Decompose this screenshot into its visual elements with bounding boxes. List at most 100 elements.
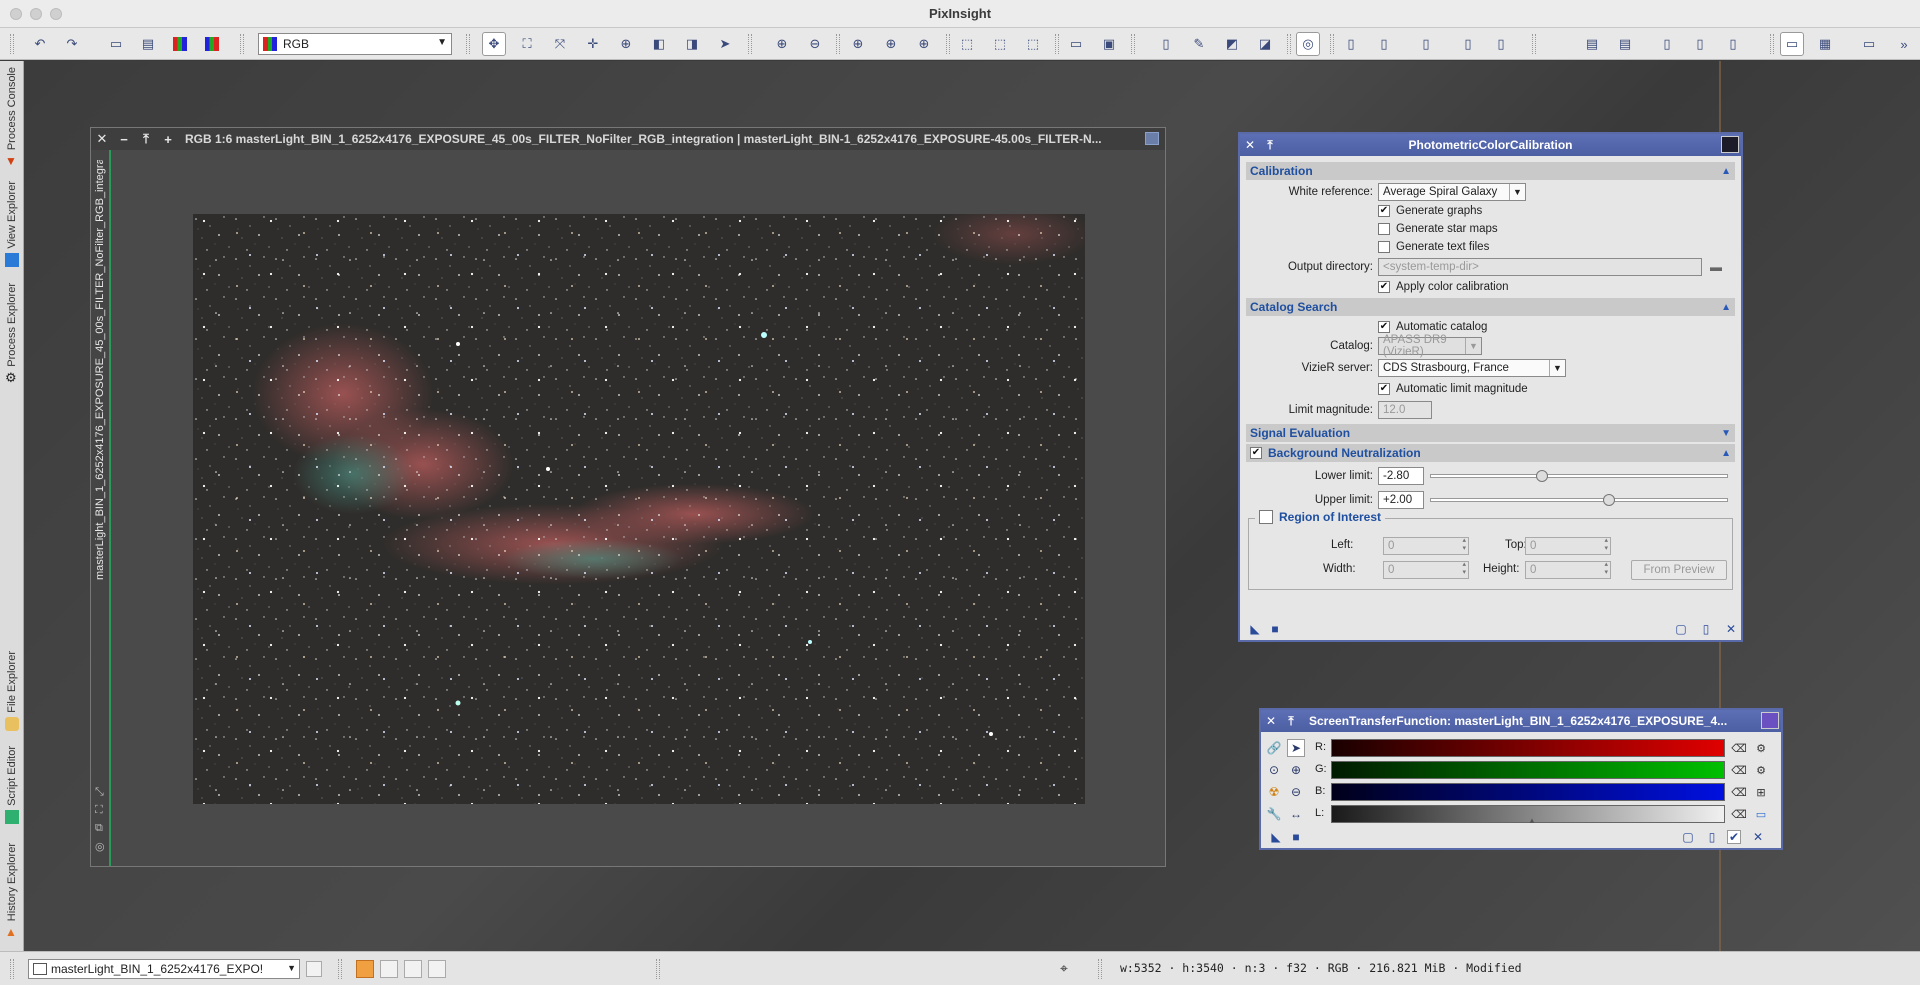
pointer-icon[interactable]: ➤: [713, 32, 737, 56]
tab-file-explorer[interactable]: File Explorer: [2, 651, 22, 731]
center-icon[interactable]: ⊕: [614, 32, 638, 56]
format-load-icon[interactable]: ▯: [1372, 32, 1396, 56]
settings-icon[interactable]: ⚙: [1753, 740, 1769, 756]
layout-save-icon[interactable]: ▤: [1613, 32, 1637, 56]
image-window-header[interactable]: ✕ − ⤒ + RGB 1:6 masterLight_BIN_1_6252x4…: [91, 128, 1165, 150]
doc-save-icon[interactable]: ▯: [1688, 32, 1712, 56]
view-options-icon[interactable]: [306, 961, 322, 977]
slider-knob[interactable]: [1603, 494, 1615, 506]
pcc-header[interactable]: ✕ ⤒ PhotometricColorCalibration: [1240, 134, 1741, 156]
layout-icon[interactable]: ▤: [1580, 32, 1604, 56]
zoom-1-1-icon[interactable]: ⊕: [879, 32, 903, 56]
close-window-button[interactable]: [10, 8, 22, 20]
lower-limit-field[interactable]: -2.80: [1378, 467, 1424, 485]
tab-history-explorer[interactable]: History Explorer ▲: [2, 843, 22, 939]
view-id-tab[interactable]: masterLight_BIN_1_6252x4176_EXPOSURE_45_…: [94, 160, 106, 580]
extract-channels-icon[interactable]: [200, 32, 224, 56]
catalog-select[interactable]: APASS DR9 (VizieR) ▼: [1378, 334, 1482, 358]
more-toolbar-icon[interactable]: »: [1892, 32, 1916, 56]
mask-icon[interactable]: ▯: [1154, 32, 1178, 56]
expand-icon[interactable]: +: [157, 132, 179, 147]
zoom-in-icon[interactable]: ⊕: [770, 32, 794, 56]
luminance-channel-bar[interactable]: ▲: [1331, 805, 1725, 825]
region-of-interest-checkbox[interactable]: [1259, 510, 1273, 524]
horizontal-arrows-icon[interactable]: ↔: [1287, 805, 1305, 823]
present-icon[interactable]: ▭: [1857, 32, 1881, 56]
folder-icon[interactable]: ▬: [1710, 260, 1722, 274]
documentation-icon[interactable]: ▯: [1699, 622, 1713, 636]
pointer-icon[interactable]: ➤: [1287, 739, 1305, 757]
image-canvas[interactable]: [193, 214, 1085, 804]
view-select[interactable]: masterLight_BIN_1_6252x4176_EXPO! ▼: [28, 959, 300, 979]
collapse-icon[interactable]: ▲: [1721, 448, 1731, 459]
apply-color-calibration-checkbox[interactable]: ✔: [1378, 281, 1390, 293]
zoom-in-icon[interactable]: ⊕: [1287, 761, 1305, 779]
preview-link-icon[interactable]: ⬚: [1021, 32, 1045, 56]
swatch-4[interactable]: [428, 960, 446, 978]
fit-icon[interactable]: ⛶: [95, 804, 107, 816]
reset-channel-icon[interactable]: ⌫: [1731, 806, 1747, 822]
swatch-3[interactable]: [404, 960, 422, 978]
apply-global-icon[interactable]: ■: [1289, 830, 1303, 844]
shade-icon[interactable]: ⤒: [135, 131, 157, 147]
stf-panel[interactable]: ✕ ⤒ ScreenTransferFunction: masterLight_…: [1259, 708, 1783, 850]
clone-icon[interactable]: ⧉: [95, 822, 107, 834]
format-paste-icon[interactable]: ▯: [1489, 32, 1513, 56]
tab-view-explorer[interactable]: View Explorer: [2, 181, 22, 267]
link-channels-icon[interactable]: 🔗: [1265, 739, 1283, 757]
tab-script-editor[interactable]: Script Editor: [2, 746, 22, 824]
section-background-neutralization[interactable]: ✔ Background Neutralization ▲: [1246, 444, 1735, 462]
auto-stretch-icon[interactable]: ☢: [1265, 783, 1283, 801]
zoom-extents-icon[interactable]: ⤧: [548, 32, 572, 56]
mask-color-swatch[interactable]: [356, 960, 374, 978]
rgb-channels-icon[interactable]: [168, 32, 192, 56]
vizier-server-select[interactable]: CDS Strasbourg, France ▼: [1378, 359, 1566, 377]
pan-mode-icon[interactable]: ✥: [482, 32, 506, 56]
toolbar-handle[interactable]: [10, 34, 14, 54]
reset-channel-icon[interactable]: ⌫: [1731, 784, 1747, 800]
wrench-icon[interactable]: 🔧: [1265, 805, 1283, 823]
view-icon[interactable]: ▢: [1674, 622, 1688, 636]
mask-invert-icon[interactable]: ◩: [1220, 32, 1244, 56]
red-channel-bar[interactable]: [1331, 739, 1725, 757]
zoom-out-icon[interactable]: ⊖: [803, 32, 827, 56]
reset-icon[interactable]: ✕: [1724, 622, 1738, 636]
readout-icon[interactable]: ◎: [1296, 32, 1320, 56]
documentation-icon[interactable]: ▯: [1705, 830, 1719, 844]
info-icon[interactable]: ◎: [95, 840, 107, 853]
green-channel-bar[interactable]: [1331, 761, 1725, 779]
mask-hide-icon[interactable]: ◪: [1253, 32, 1277, 56]
screen-icon[interactable]: ▦: [1813, 32, 1837, 56]
zoom-fit-icon[interactable]: ⊕: [846, 32, 870, 56]
shade-icon[interactable]: ⤒: [1281, 714, 1301, 729]
left-spinbox[interactable]: 0: [1383, 537, 1469, 555]
apply-global-icon[interactable]: ■: [1268, 622, 1282, 636]
open-file-icon[interactable]: ▤: [136, 32, 160, 56]
blue-channel-bar[interactable]: [1331, 783, 1725, 801]
new-image-icon[interactable]: ▭: [104, 32, 128, 56]
width-spinbox[interactable]: 0: [1383, 561, 1469, 579]
fit-view-icon[interactable]: ⛶: [515, 32, 539, 56]
limit-magnitude-field[interactable]: 12.0: [1378, 401, 1432, 419]
monitor-icon[interactable]: ▭: [1780, 32, 1804, 56]
preview-icon[interactable]: ⬚: [955, 32, 979, 56]
midtones-marker-icon[interactable]: ▲: [1528, 816, 1536, 825]
mask-edit-icon[interactable]: ✎: [1187, 32, 1211, 56]
redo-icon[interactable]: ↷: [60, 32, 84, 56]
roi-header[interactable]: Region of Interest: [1255, 510, 1386, 524]
white-reference-select[interactable]: Average Spiral Galaxy ▼: [1378, 183, 1526, 201]
collapse-icon[interactable]: ▲: [1721, 302, 1731, 313]
section-signal-evaluation[interactable]: Signal Evaluation ▼: [1246, 424, 1735, 442]
format-copy-icon[interactable]: ▯: [1456, 32, 1480, 56]
zoom-2-1-icon[interactable]: ⊕: [912, 32, 936, 56]
minimize-icon[interactable]: −: [113, 132, 135, 147]
doc-icon[interactable]: ▯: [1655, 32, 1679, 56]
reset-channel-icon[interactable]: ⌫: [1731, 740, 1747, 756]
from-preview-button[interactable]: From Preview: [1631, 560, 1727, 580]
generate-graphs-checkbox[interactable]: ✔: [1378, 205, 1390, 217]
automatic-limit-magnitude-checkbox[interactable]: ✔: [1378, 383, 1390, 395]
window-tile-icon[interactable]: ▭: [1064, 32, 1088, 56]
monitor-icon[interactable]: ▭: [1753, 806, 1769, 822]
generate-star-maps-checkbox[interactable]: [1378, 223, 1390, 235]
maximize-icon[interactable]: [1145, 132, 1159, 145]
